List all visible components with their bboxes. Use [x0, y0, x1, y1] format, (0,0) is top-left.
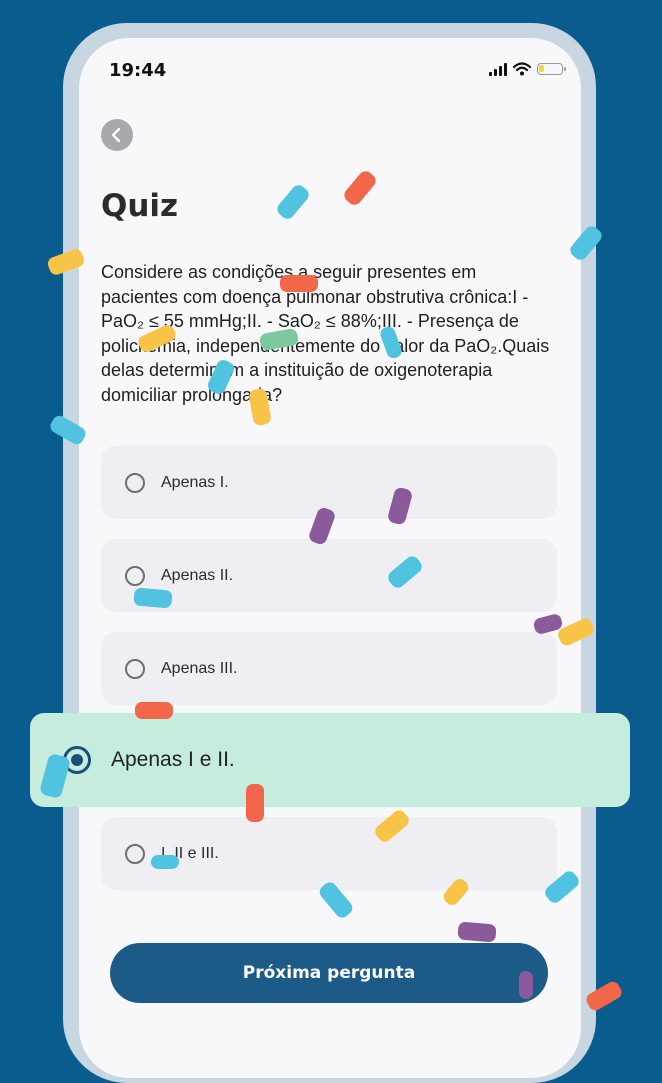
option-label: Apenas I. [161, 473, 229, 491]
wifi-icon [513, 62, 531, 76]
option-label: Apenas II. [161, 566, 234, 584]
option-1[interactable]: Apenas I. [101, 446, 557, 519]
option-label: Apenas I e II. [111, 748, 235, 771]
option-2[interactable]: Apenas II. [101, 539, 557, 612]
radio-selected-icon [63, 746, 91, 774]
option-label: I, II e III. [161, 844, 219, 862]
next-question-button[interactable]: Próxima pergunta [110, 943, 548, 1003]
option-3[interactable]: Apenas III. [101, 632, 557, 705]
question-text: Considere as condições a seguir presente… [101, 262, 550, 405]
page-title: Quiz [101, 188, 179, 224]
status-bar: 19:44 [79, 38, 581, 100]
back-button[interactable] [101, 119, 133, 151]
radio-unselected-icon [125, 565, 145, 586]
status-icons [489, 62, 566, 76]
radio-unselected-icon [125, 658, 145, 679]
status-time: 19:44 [109, 60, 167, 81]
option-4-selected[interactable]: Apenas I e II. [30, 713, 630, 807]
option-5[interactable]: I, II e III. [101, 817, 557, 890]
signal-icon [489, 62, 507, 76]
radio-unselected-icon [125, 472, 145, 493]
chevron-left-icon [111, 127, 121, 143]
battery-level-fill [539, 65, 544, 72]
radio-unselected-icon [125, 843, 145, 864]
battery-icon [537, 63, 566, 75]
app-screen: 19:44 Quiz Considere as condições a segu… [79, 38, 581, 1078]
option-label: Apenas III. [161, 659, 238, 677]
